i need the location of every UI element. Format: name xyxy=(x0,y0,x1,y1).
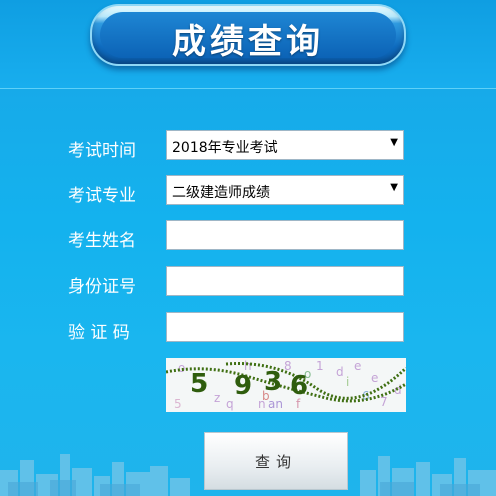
exam-time-value: 2018年专业考试 xyxy=(172,140,278,156)
exam-major-select[interactable]: 二级建造师成绩 ▼ xyxy=(166,175,404,205)
svg-text:o: o xyxy=(178,361,185,375)
exam-major-row: 考试专业 二级建造师成绩 ▼ xyxy=(0,175,496,207)
captcha-char: 5 xyxy=(190,369,208,399)
captcha-row: 验 证 码 xyxy=(0,312,496,344)
exam-major-value: 二级建造师成绩 xyxy=(172,185,270,201)
query-submit-button[interactable]: 查询 xyxy=(204,432,348,490)
id-number-input[interactable] xyxy=(166,266,404,296)
captcha-label: 验 证 码 xyxy=(68,323,130,343)
page-title: 成绩查询 xyxy=(172,22,324,62)
dropdown-arrow-icon: ▼ xyxy=(390,137,398,148)
id-number-label: 身份证号 xyxy=(68,277,136,297)
dropdown-arrow-icon: ▼ xyxy=(390,182,398,193)
title-banner: 成绩查询 xyxy=(90,4,406,66)
exam-major-label: 考试专业 xyxy=(68,186,136,206)
svg-text:1: 1 xyxy=(316,359,324,373)
exam-time-select[interactable]: 2018年专业考试 ▼ xyxy=(166,130,404,160)
name-label: 考生姓名 xyxy=(68,231,136,251)
captcha-char: 3 xyxy=(264,367,282,397)
captcha-image[interactable]: ozq hn8 1de e7d 5b 6o ip an f 5 9 3 6 xyxy=(166,358,406,412)
svg-text:z: z xyxy=(214,391,220,405)
svg-text:5: 5 xyxy=(174,397,182,411)
svg-text:e: e xyxy=(354,359,361,373)
svg-text:7: 7 xyxy=(380,395,388,409)
exam-time-label: 考试时间 xyxy=(68,141,136,161)
svg-text:q: q xyxy=(226,397,234,411)
svg-text:d: d xyxy=(336,365,344,379)
svg-text:an: an xyxy=(268,397,283,411)
exam-time-row: 考试时间 2018年专业考试 ▼ xyxy=(0,130,496,162)
header-band: 成绩查询 xyxy=(0,0,496,89)
name-input[interactable] xyxy=(166,220,404,250)
svg-text:e: e xyxy=(371,371,378,385)
captcha-input[interactable] xyxy=(166,312,404,342)
captcha-char: 9 xyxy=(234,371,252,401)
id-number-row: 身份证号 xyxy=(0,266,496,298)
name-row: 考生姓名 xyxy=(0,220,496,252)
captcha-char: 6 xyxy=(290,371,308,401)
svg-text:i: i xyxy=(346,375,349,389)
